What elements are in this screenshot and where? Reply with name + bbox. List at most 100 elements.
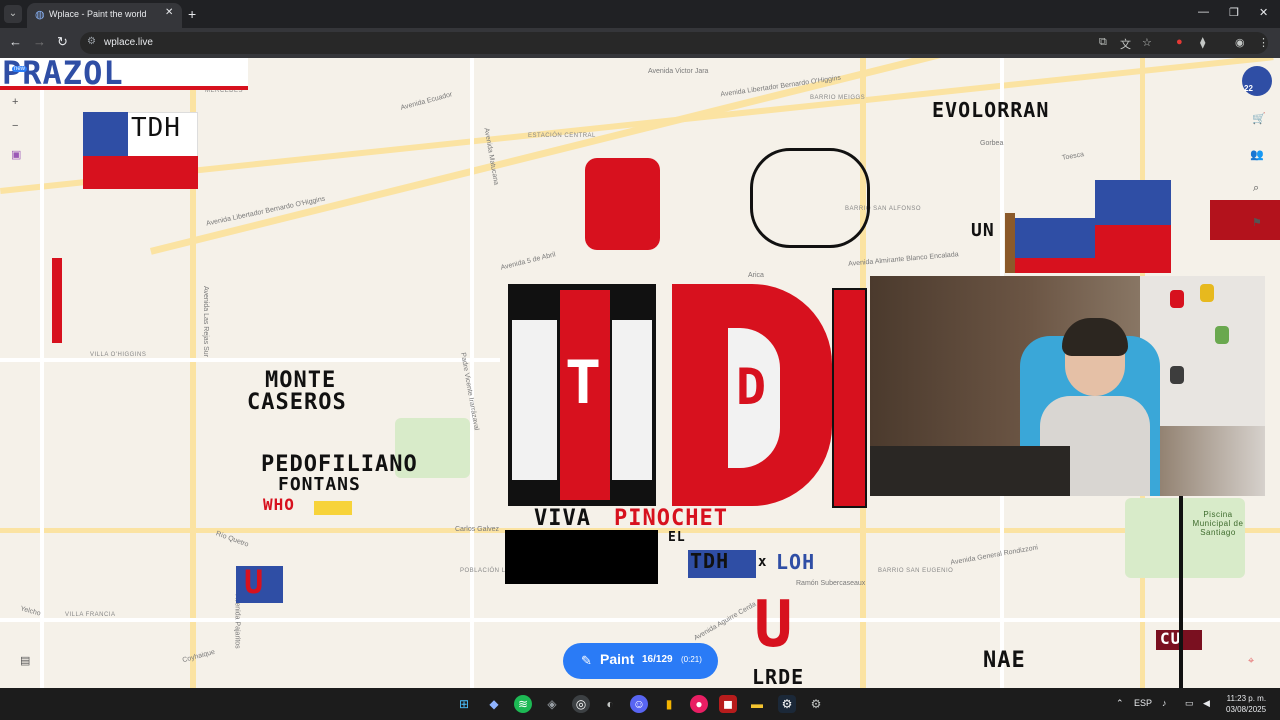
cart-icon[interactable]: 🛒 — [1252, 112, 1266, 125]
new-badge: new — [12, 66, 28, 72]
url-text[interactable]: wplace.live — [104, 37, 153, 48]
map-canvas[interactable]: Avenida Victor Jara Avenida Libertador B… — [0, 58, 1280, 688]
clock-date: 03/08/2025 — [1226, 705, 1267, 714]
street-label: Avenida 5 de Abril — [499, 251, 557, 272]
volume-icon[interactable]: ◀ — [1203, 698, 1210, 709]
park-label: Piscina Municipal de Santiago — [1192, 510, 1244, 537]
new-tab-icon[interactable]: + — [188, 6, 196, 22]
pixel-art-stripe — [0, 86, 248, 90]
flag-text: TDH — [131, 113, 181, 143]
street-label: Río Quetro — [214, 530, 250, 549]
road — [0, 358, 500, 362]
extensions-puzzle-icon[interactable]: ⧫ — [1200, 36, 1205, 49]
figure — [1200, 284, 1214, 302]
minimize-icon[interactable]: — — [1198, 6, 1209, 18]
pixel-big-u: U — [754, 588, 794, 662]
clock-time: 11:23 p. m. — [1226, 694, 1267, 703]
street-label: Arica — [748, 272, 764, 279]
pixel-text-nae: NAE — [983, 648, 1026, 673]
pixel-flag-red — [1095, 225, 1171, 273]
site-info-icon[interactable]: ⚙ — [87, 36, 96, 47]
zoom-in-icon[interactable]: + — [12, 96, 18, 108]
flag-canton — [83, 112, 128, 156]
district-label: VILLA FRANCIA — [65, 612, 116, 618]
language-indicator[interactable]: ESP — [1134, 698, 1152, 708]
pixel-flag-blue — [1095, 180, 1171, 225]
wplace-favicon-icon: ◍ — [35, 9, 45, 21]
search-icon[interactable]: ⌕ — [1253, 182, 1259, 195]
locate-icon[interactable]: ⌖ — [1248, 655, 1254, 668]
figure — [1215, 326, 1229, 344]
pixel-text-fontans: FONTANS — [278, 474, 361, 495]
twitch-icon[interactable]: ▣ — [11, 148, 21, 161]
settings-icon[interactable]: ⚙ — [807, 695, 825, 713]
app-icon[interactable]: ◼ — [719, 695, 737, 713]
install-icon[interactable]: ⧉ — [1099, 36, 1107, 49]
close-tab-icon[interactable]: ✕ — [165, 7, 173, 18]
pixel-big-t-inner — [512, 320, 557, 480]
taskbar-clock[interactable]: 11:23 p. m. 03/08/2025 — [1226, 693, 1266, 715]
district-label: BARRIO MEIGGS — [810, 95, 866, 101]
network-icon[interactable]: ▭ — [1185, 698, 1194, 709]
district-label: BARRIO SAN EUGENIO — [878, 568, 954, 574]
discord-icon[interactable]: ☺ — [630, 695, 648, 713]
street-label: Avenida General Rondizzoni — [950, 544, 1039, 567]
steam-icon[interactable]: ⚙ — [778, 695, 796, 713]
webcam-overlay — [870, 276, 1265, 496]
tab-title: Wplace - Paint the world — [49, 9, 147, 19]
forward-icon[interactable]: → — [33, 34, 46, 49]
menu-kebab-icon[interactable]: ⋮ — [1258, 36, 1269, 49]
tab-search-icon[interactable]: ⌄ — [4, 5, 22, 23]
spotify-icon[interactable]: ≋ — [514, 695, 532, 713]
zoom-out-icon[interactable]: − — [12, 120, 18, 132]
app-icon[interactable]: ◈ — [543, 695, 561, 713]
hair — [1062, 318, 1128, 356]
reload-icon[interactable]: ↻ — [57, 34, 68, 50]
tray-overflow-icon[interactable]: ⌃ — [1116, 698, 1124, 709]
browser-toolbar: ← → ↻ ⚙ wplace.live ⧉ 文 ☆ ● ⧫ ◉ ⋮ — [0, 28, 1280, 58]
paint-timer: (0:21) — [681, 655, 702, 664]
flag-red-band — [83, 156, 198, 189]
pixel-sketch — [750, 148, 870, 248]
road — [470, 58, 474, 688]
pixel-big-h — [832, 288, 867, 508]
microphone-icon[interactable]: ♪ — [1162, 698, 1167, 708]
layers-icon[interactable]: ▤ — [20, 654, 30, 667]
file-explorer-icon[interactable]: ▬ — [748, 695, 766, 713]
browser-tab[interactable]: ◍ Wplace - Paint the world ✕ — [27, 3, 182, 28]
street-label: Yelcho — [19, 605, 42, 618]
district-label: VILLA O'HIGGINS — [90, 352, 147, 358]
pixel-u-logo-letter: U — [244, 563, 265, 601]
copilot-icon[interactable]: ◆ — [485, 695, 503, 713]
extension-icon[interactable]: ● — [1176, 36, 1183, 48]
pixel-text-viva: VIVA — [534, 506, 591, 531]
paint-button[interactable]: ✎ Paint 16/129 (0:21) — [563, 643, 718, 679]
chrome-icon[interactable]: ◎ — [572, 695, 590, 713]
close-window-icon[interactable]: ✕ — [1259, 6, 1268, 19]
figure — [1170, 366, 1184, 384]
profile-icon[interactable]: ◉ — [1235, 36, 1245, 49]
pixel-text-tdh: TDH — [690, 549, 730, 573]
back-icon[interactable]: ← — [9, 34, 22, 49]
desk — [870, 446, 1070, 496]
street-label: Avenida Las Rejas Sur — [202, 285, 210, 358]
app-icon[interactable]: ▮ — [660, 695, 678, 713]
people-icon[interactable]: 👥 — [1250, 148, 1264, 161]
pixel-big-t-letter: T — [565, 348, 603, 418]
figure — [1170, 290, 1184, 308]
street-label: Ramón Subercaseaux — [796, 580, 866, 587]
street-label: Toesca — [1061, 151, 1085, 162]
leaderboard-icon[interactable]: ⚑ — [1252, 216, 1262, 229]
bookmark-star-icon[interactable]: ☆ — [1142, 36, 1152, 49]
address-bar[interactable]: ⚙ wplace.live ⧉ 文 ☆ ● ⧫ ◉ ⋮ — [80, 32, 1269, 54]
windows-start-icon[interactable]: ⊞ — [455, 695, 473, 713]
street-label: Avenida Victor Jara — [648, 68, 709, 75]
obs-icon[interactable]: ◐ — [601, 695, 619, 713]
restore-icon[interactable]: ❐ — [1229, 6, 1239, 19]
translate-icon[interactable]: 文 — [1120, 36, 1131, 52]
pixel-red-block — [1210, 200, 1280, 240]
road — [0, 618, 1280, 622]
app-icon[interactable]: ● — [690, 695, 708, 713]
district-label: ESTACIÓN CENTRAL — [528, 133, 596, 139]
pixel-black-block — [505, 530, 658, 584]
